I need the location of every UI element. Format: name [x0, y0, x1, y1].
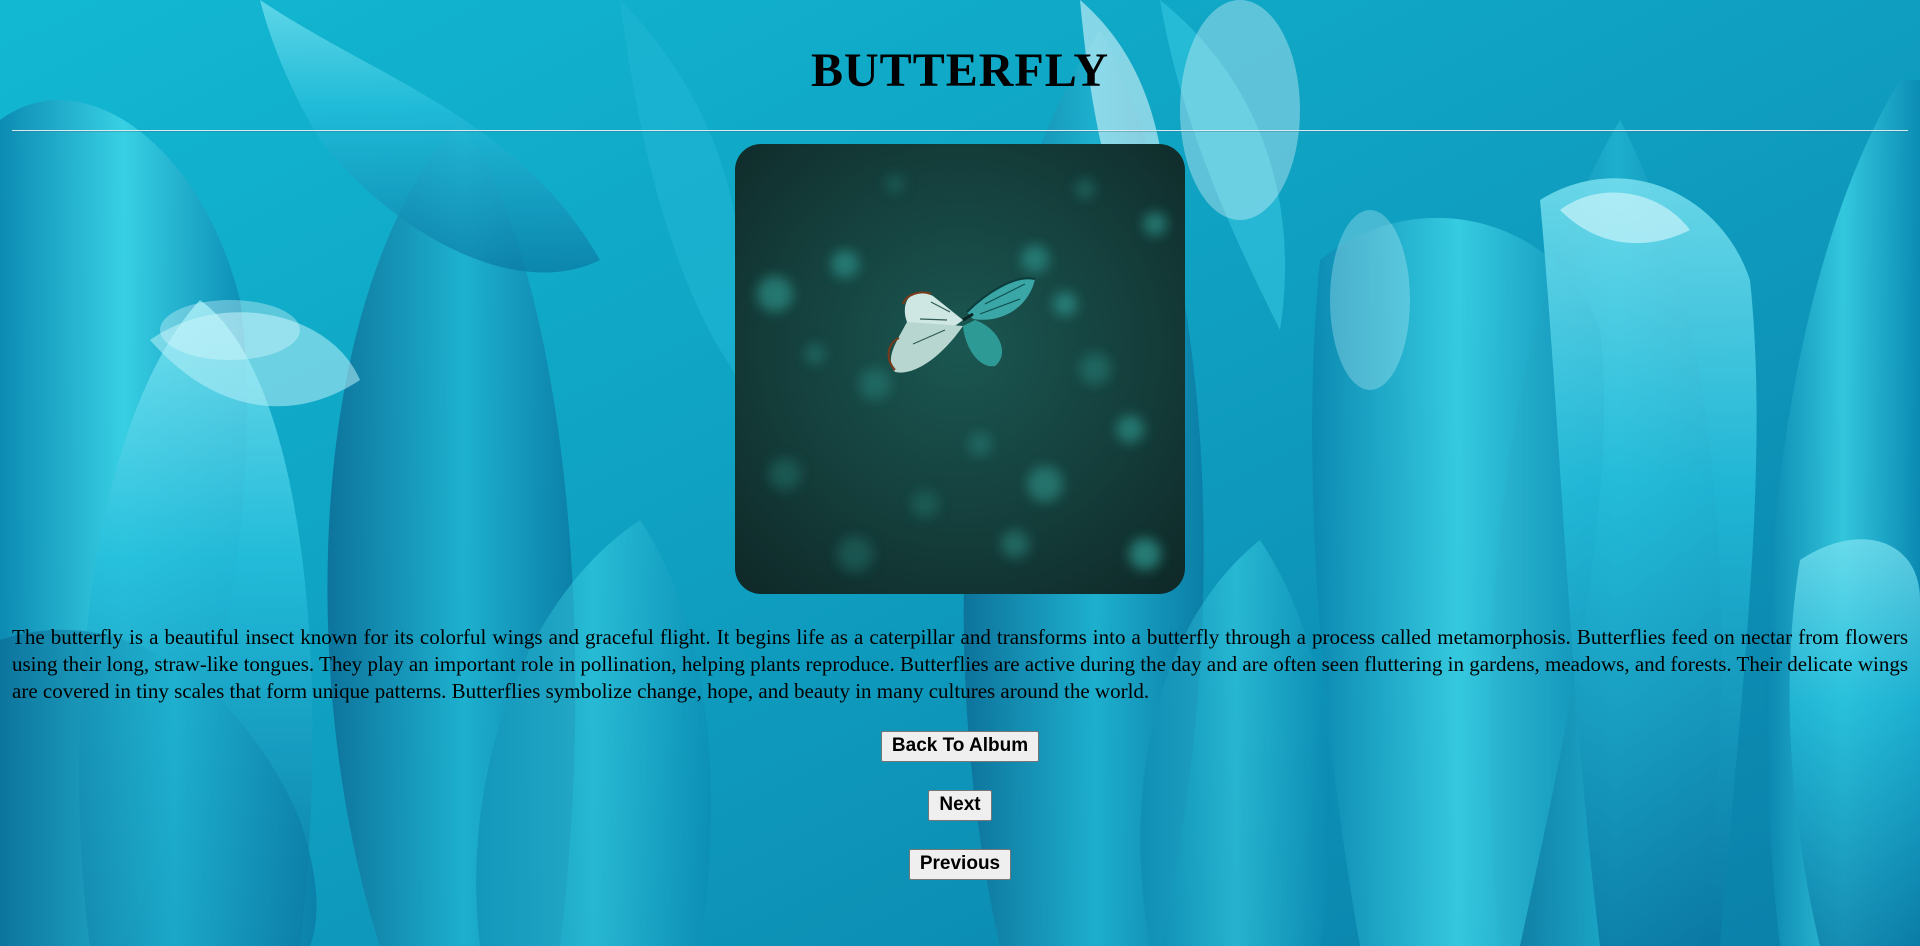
page-title: BUTTERFLY — [811, 44, 1109, 97]
page-content: BUTTERFLY The butterfly is a beautiful i… — [0, 0, 1920, 881]
previous-button-row: Previous — [12, 849, 1908, 881]
next-button[interactable]: Next — [928, 790, 992, 821]
back-to-album-button[interactable]: Back To Album — [880, 731, 1040, 762]
back-button-row: Back To Album — [12, 731, 1908, 763]
butterfly-image — [735, 144, 1185, 594]
previous-button[interactable]: Previous — [908, 849, 1012, 880]
title-divider — [12, 130, 1908, 132]
butterfly-description: The butterfly is a beautiful insect know… — [12, 625, 1908, 703]
butterfly-photo — [735, 144, 1185, 594]
next-button-row: Next — [12, 790, 1908, 822]
